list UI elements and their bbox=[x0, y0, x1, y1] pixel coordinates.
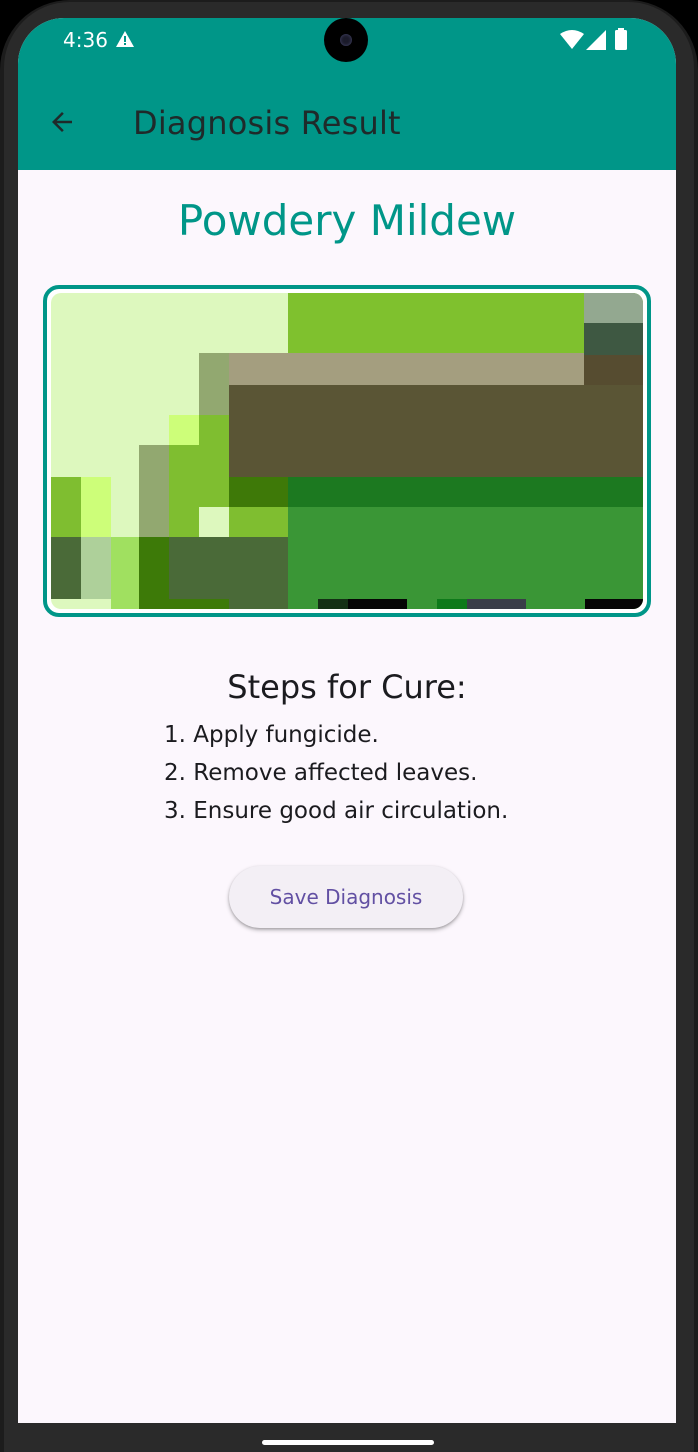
screen: 4:36 Diagnosis Result Powdery Mildew Ste… bbox=[18, 18, 676, 1423]
status-time: 4:36 bbox=[63, 28, 108, 52]
gesture-nav-handle[interactable] bbox=[262, 1440, 434, 1445]
diagnosis-image-frame bbox=[43, 285, 651, 617]
cellular-signal-icon bbox=[586, 30, 606, 50]
wifi-icon bbox=[560, 30, 584, 49]
battery-icon bbox=[615, 28, 627, 50]
front-camera bbox=[324, 18, 368, 62]
cure-step: 3. Ensure good air circulation. bbox=[164, 798, 509, 824]
cure-step: 1. Apply fungicide. bbox=[164, 722, 379, 748]
status-bar: 4:36 bbox=[18, 18, 676, 68]
warning-icon bbox=[116, 31, 134, 47]
cure-steps-list: 1. Apply fungicide. 2. Remove affected l… bbox=[164, 716, 508, 830]
app-bar: Diagnosis Result bbox=[18, 68, 676, 170]
cure-step: 2. Remove affected leaves. bbox=[164, 760, 478, 786]
page-title: Diagnosis Result bbox=[133, 104, 401, 142]
disease-name: Powdery Mildew bbox=[177, 196, 517, 245]
camera-lens bbox=[340, 34, 352, 46]
arrow-back-icon bbox=[52, 112, 72, 132]
phone-frame: 4:36 Diagnosis Result Powdery Mildew Ste… bbox=[0, 0, 698, 1452]
leaf-photo bbox=[51, 293, 643, 609]
save-diagnosis-button[interactable]: Save Diagnosis bbox=[229, 866, 463, 928]
back-button[interactable] bbox=[38, 98, 86, 146]
steps-heading: Steps for Cure: bbox=[227, 668, 467, 706]
